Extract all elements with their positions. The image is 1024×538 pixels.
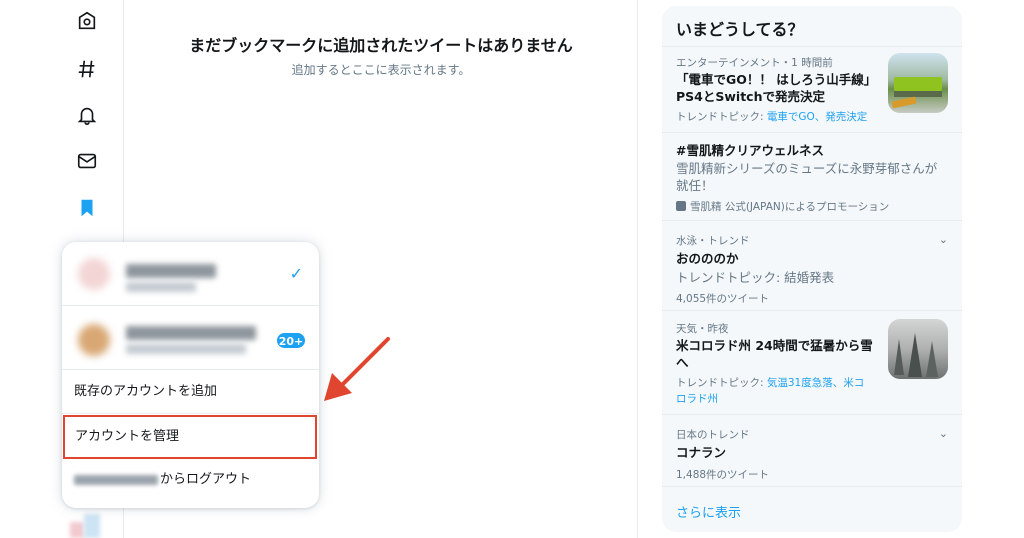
avatar — [78, 324, 110, 356]
trend-name: 米コロラド州 24時間で猛暑から雪 — [676, 338, 873, 353]
trend-meta: 天気・昨夜 — [676, 323, 729, 335]
trend-desc-prefix: トレンドトピック: — [676, 111, 767, 123]
trend-desc-cont: 就任！ — [676, 178, 714, 193]
trend-desc: トレンドトピック: 気温31度急落、米コ — [676, 375, 864, 390]
trend-meta: エンターテインメント・1 時間前 — [676, 57, 833, 69]
trend-meta: 日本のトレンド — [676, 429, 750, 441]
trend-name: 「電車でGO！！ はしろう山手線」 — [676, 72, 877, 87]
chevron-down-icon[interactable]: ⌄ — [939, 233, 948, 246]
tweet-count: 1,488件のツイート — [676, 469, 770, 481]
trend-name-cont: へ — [676, 355, 689, 370]
home-icon[interactable] — [74, 8, 100, 34]
trends-panel: いまどうしてる？ エンターテインメント・1 時間前 「電車でGO！！ はしろう山… — [662, 6, 962, 532]
snow-forest-image — [888, 319, 948, 379]
chevron-down-icon[interactable]: ⌄ — [939, 427, 948, 440]
trend-topic-link[interactable]: 電車でGO、発売決定 — [767, 111, 867, 123]
promotion-text: 雪肌精 公式(JAPAN)によるプロモーション — [690, 201, 890, 213]
trend-item[interactable]: 天気・昨夜 米コロラド州 24時間で猛暑から雪 へ トレンドトピック: 気温31… — [662, 310, 962, 414]
trends-title: いまどうしてる？ — [676, 20, 804, 39]
empty-state-title: まだブックマークに追加されたツイートはありません — [189, 36, 573, 55]
notification-badge: 20+ — [276, 332, 306, 349]
trend-item[interactable]: エンターテインメント・1 時間前 「電車でGO！！ はしろう山手線」 PS4とS… — [662, 46, 962, 132]
account-handle-blurred — [74, 474, 158, 485]
trend-desc: トレンドトピック: 結婚発表 — [676, 270, 835, 285]
trend-item[interactable]: 日本のトレンド ⌄ コナラン 1,488件のツイート — [662, 414, 962, 486]
manage-accounts[interactable]: アカウントを管理 — [63, 415, 317, 459]
promotion-label: 雪肌精 公式(JAPAN)によるプロモーション — [676, 199, 889, 214]
bookmark-icon[interactable] — [74, 195, 100, 221]
hashtag-icon[interactable] — [74, 56, 100, 82]
account-handle-blurred — [126, 344, 246, 354]
avatar — [78, 258, 110, 290]
current-account-avatar[interactable] — [70, 514, 100, 538]
add-existing-account[interactable]: 既存のアカウントを追加 — [62, 370, 319, 414]
bell-icon[interactable] — [74, 102, 100, 128]
trend-meta: 水泳・トレンド — [676, 235, 750, 247]
annotation-arrow — [324, 337, 390, 401]
logout-label: からログアウト — [160, 472, 252, 487]
trend-name-cont: PS4とSwitchで発売決定 — [676, 89, 825, 104]
show-more-link[interactable]: さらに表示 — [676, 502, 741, 521]
trend-desc: 雪肌精新シリーズのミューズに永野芽郁さんが — [676, 161, 938, 176]
trend-name: おのののか — [676, 251, 739, 266]
account-name-blurred — [126, 326, 256, 340]
trend-item[interactable]: 水泳・トレンド ⌄ おのののか トレンドトピック: 結婚発表 4,055件のツイ… — [662, 220, 962, 310]
account-handle-blurred — [126, 282, 196, 292]
trend-desc-prefix: トレンドトピック: — [676, 377, 767, 389]
account-name-blurred — [126, 264, 216, 278]
trend-topic-link[interactable]: 気温31度急落、米コ — [767, 377, 864, 389]
trend-desc: トレンドトピック: 電車でGO、発売決定 — [676, 109, 867, 124]
logout-item[interactable]: からログアウト — [62, 458, 319, 502]
trend-topic-link-cont[interactable]: ロラド州 — [676, 391, 718, 406]
promoted-icon — [676, 201, 686, 211]
divider — [662, 486, 962, 487]
account-row-current[interactable]: ✓ — [62, 242, 319, 306]
trend-name: コナラン — [676, 445, 727, 460]
mail-icon[interactable] — [74, 148, 100, 174]
tweet-count: 4,055件のツイート — [676, 293, 770, 305]
empty-state-subtitle: 追加するとここに表示されます。 — [291, 63, 471, 77]
trend-name: #雪肌精クリアウェルネス — [676, 143, 824, 158]
train-image — [888, 53, 948, 113]
account-menu: ✓ 20+ 既存のアカウントを追加 アカウントを管理 からログアウト — [62, 242, 319, 508]
promoted-trend-item[interactable]: #雪肌精クリアウェルネス 雪肌精新シリーズのミューズに永野芽郁さんが 就任！ 雪… — [662, 132, 962, 220]
checkmark-icon: ✓ — [289, 264, 303, 283]
